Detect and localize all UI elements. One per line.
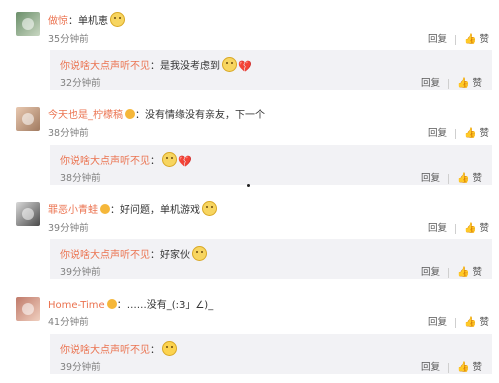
username[interactable]: 罪恶小青蛙 bbox=[48, 205, 98, 216]
thumbs-up-icon: 👍 bbox=[457, 362, 470, 373]
comment-line: Home-Time ：……没有_(:3」∠)_ bbox=[48, 296, 213, 311]
like-button[interactable]: 👍 赞 bbox=[464, 314, 489, 328]
like-button[interactable]: 👍 赞 bbox=[457, 170, 482, 184]
reply-text: ：好家伙 bbox=[150, 250, 190, 261]
comment-text: ：没有情缘没有亲友，下一个 bbox=[135, 110, 265, 121]
reply-button[interactable]: 回复 bbox=[428, 31, 447, 45]
broken-heart-icon: 💔 bbox=[238, 60, 252, 73]
reply-button[interactable]: 回复 bbox=[421, 75, 440, 89]
avatar[interactable] bbox=[16, 12, 40, 36]
reply-button[interactable]: 回复 bbox=[421, 170, 440, 184]
timestamp: 35分钟前 bbox=[48, 34, 89, 45]
like-button[interactable]: 👍 赞 bbox=[457, 75, 482, 89]
emoji-icon bbox=[202, 201, 217, 216]
avatar[interactable] bbox=[16, 297, 40, 321]
username[interactable]: 做惊 bbox=[48, 16, 68, 27]
timestamp: 41分钟前 bbox=[48, 317, 89, 328]
thumbs-up-icon: 👍 bbox=[457, 267, 470, 278]
thumbs-up-icon: 👍 bbox=[464, 317, 477, 328]
username[interactable]: 今天也是_柠檬稿 bbox=[48, 110, 123, 121]
thumbs-up-icon: 👍 bbox=[457, 78, 470, 89]
reply-box: 你说啥大点声听不见： 💔 38分钟前 回复 👍 赞 bbox=[50, 145, 492, 185]
reply-username[interactable]: 你说啥大点声听不见 bbox=[60, 250, 150, 261]
emoji-icon bbox=[222, 57, 237, 72]
comment-text: ：单机恵 bbox=[68, 16, 108, 27]
emoji-icon bbox=[110, 12, 125, 27]
comment-line: 今天也是_柠檬稿 ：没有情缘没有亲友，下一个 bbox=[48, 106, 265, 121]
like-button[interactable]: 👍 赞 bbox=[457, 264, 482, 278]
comment-line: 罪恶小青蛙 ：好问题，单机游戏 bbox=[48, 201, 217, 216]
reply-timestamp: 39分钟前 bbox=[60, 267, 101, 278]
like-button[interactable]: 👍 赞 bbox=[464, 220, 489, 234]
thumbs-up-icon: 👍 bbox=[457, 173, 470, 184]
reply-text: ： bbox=[150, 156, 160, 167]
comment-text: ：……没有_(:3」∠)_ bbox=[116, 300, 214, 311]
vip-badge-icon bbox=[125, 109, 135, 119]
reply-button[interactable]: 回复 bbox=[421, 264, 440, 278]
reply-line: 你说啥大点声听不见： bbox=[60, 341, 177, 356]
comment-actions: 回复 👍 赞 bbox=[428, 125, 489, 139]
comment-line: 做惊：单机恵 bbox=[48, 12, 125, 27]
reply-actions: 回复 👍 赞 bbox=[421, 170, 482, 184]
reply-username[interactable]: 你说啥大点声听不见 bbox=[60, 156, 150, 167]
thumbs-up-icon: 👍 bbox=[464, 223, 477, 234]
avatar[interactable] bbox=[16, 107, 40, 131]
laughing-emoji-icon bbox=[162, 341, 177, 356]
reply-actions: 回复 👍 赞 bbox=[421, 75, 482, 89]
reply-line: 你说啥大点声听不见： 💔 bbox=[60, 152, 192, 168]
timestamp: 38分钟前 bbox=[48, 128, 89, 139]
like-button[interactable]: 👍 赞 bbox=[464, 125, 489, 139]
comment-actions: 回复 👍 赞 bbox=[428, 220, 489, 234]
comment-actions: 回复 👍 赞 bbox=[428, 31, 489, 45]
reply-username[interactable]: 你说啥大点声听不见 bbox=[60, 61, 150, 72]
like-button[interactable]: 👍 赞 bbox=[464, 31, 489, 45]
broken-heart-icon: 💔 bbox=[178, 155, 192, 168]
comment-text: ：好问题，单机游戏 bbox=[110, 205, 200, 216]
emoji-icon bbox=[192, 246, 207, 261]
reply-username[interactable]: 你说啥大点声听不见 bbox=[60, 345, 150, 356]
reply-text: ：是我没考虑到 bbox=[150, 61, 220, 72]
reply-timestamp: 39分钟前 bbox=[60, 362, 101, 373]
reply-actions: 回复 👍 赞 bbox=[421, 264, 482, 278]
thumbs-up-icon: 👍 bbox=[464, 34, 477, 45]
reply-box: 你说啥大点声听不见：是我没考虑到 💔 32分钟前 回复 👍 赞 bbox=[50, 50, 492, 90]
cursor-dot bbox=[247, 184, 250, 187]
avatar[interactable] bbox=[16, 202, 40, 226]
reply-line: 你说啥大点声听不见：是我没考虑到 💔 bbox=[60, 57, 252, 73]
timestamp: 39分钟前 bbox=[48, 223, 89, 234]
reply-line: 你说啥大点声听不见：好家伙 bbox=[60, 246, 207, 261]
reply-button[interactable]: 回复 bbox=[428, 314, 447, 328]
reply-timestamp: 32分钟前 bbox=[60, 78, 101, 89]
reply-button[interactable]: 回复 bbox=[428, 125, 447, 139]
vip-badge-icon bbox=[100, 204, 110, 214]
reply-actions: 回复 👍 赞 bbox=[421, 359, 482, 373]
reply-button[interactable]: 回复 bbox=[421, 359, 440, 373]
reply-box: 你说啥大点声听不见：好家伙 39分钟前 回复 👍 赞 bbox=[50, 239, 492, 279]
reply-timestamp: 38分钟前 bbox=[60, 173, 101, 184]
reply-button[interactable]: 回复 bbox=[428, 220, 447, 234]
like-button[interactable]: 👍 赞 bbox=[457, 359, 482, 373]
thumbs-up-icon: 👍 bbox=[464, 128, 477, 139]
vip-badge-icon bbox=[106, 299, 117, 309]
reply-text: ： bbox=[150, 345, 160, 356]
username[interactable]: Home-Time bbox=[48, 300, 105, 311]
comment-actions: 回复 👍 赞 bbox=[428, 314, 489, 328]
reply-box: 你说啥大点声听不见： 39分钟前 回复 👍 赞 bbox=[50, 334, 492, 374]
emoji-icon bbox=[162, 152, 177, 167]
